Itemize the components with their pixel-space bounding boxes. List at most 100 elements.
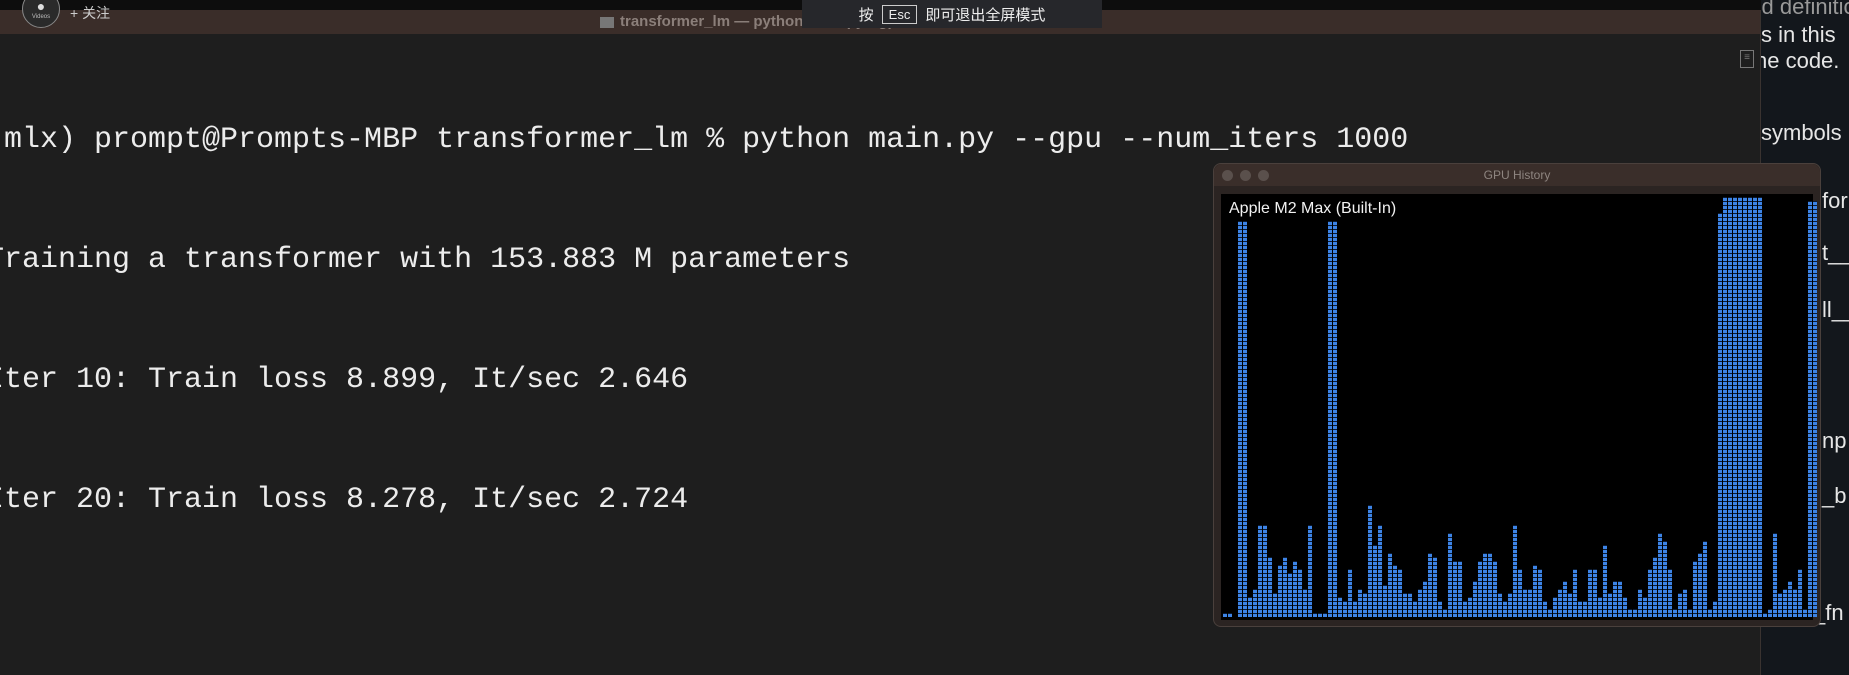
channel-overlay: ● Videos + 关注 [22, 0, 110, 28]
gpu-usage-bar [1493, 561, 1497, 617]
gpu-usage-bar [1263, 525, 1267, 617]
apple-icon: ● [36, 0, 46, 14]
gpu-usage-bar [1393, 565, 1397, 617]
side-text[interactable]: ll__ [1822, 297, 1849, 323]
gpu-usage-bar [1413, 601, 1417, 617]
gpu-usage-bar [1243, 221, 1247, 617]
gpu-usage-bar [1523, 589, 1527, 617]
gpu-usage-bar [1578, 601, 1582, 617]
gpu-usage-bar [1638, 589, 1642, 617]
gpu-usage-bar [1558, 589, 1562, 617]
esc-tip-suffix: 即可退出全屏模式 [925, 6, 1046, 24]
gpu-usage-bar [1698, 553, 1702, 617]
gpu-usage-bar [1543, 601, 1547, 617]
gpu-usage-bar [1738, 197, 1742, 617]
gpu-usage-bar [1438, 601, 1442, 617]
gpu-usage-bar [1343, 601, 1347, 617]
gpu-usage-bar [1323, 613, 1327, 617]
gpu-usage-bar [1538, 569, 1542, 617]
gpu-usage-bar [1258, 525, 1262, 617]
gpu-usage-bar [1463, 601, 1467, 617]
gpu-usage-bar [1553, 597, 1557, 617]
gpu-usage-bar [1758, 197, 1762, 617]
gpu-usage-bar [1253, 589, 1257, 617]
side-text[interactable]: _b [1822, 483, 1846, 509]
gpu-usage-bar [1813, 201, 1817, 617]
gpu-usage-bar [1313, 613, 1317, 617]
gpu-usage-bar [1328, 221, 1332, 617]
terminal-line: Iter 20: Train loss 8.278, It/sec 2.724 [0, 483, 689, 517]
terminal-line: (mlx) prompt@Prompts-MBP transformer_lm … [0, 123, 1409, 157]
side-text[interactable]: np [1822, 428, 1846, 454]
gpu-usage-bar [1573, 569, 1577, 617]
follow-button[interactable]: + 关注 [70, 3, 110, 23]
gpu-usage-bar [1353, 601, 1357, 617]
gpu-usage-bar [1533, 565, 1537, 617]
gpu-usage-bar [1788, 581, 1792, 617]
gpu-window-title: GPU History [1483, 168, 1551, 182]
side-text[interactable]: for [1822, 188, 1848, 214]
gpu-usage-bar [1728, 197, 1732, 617]
gpu-usage-bar [1628, 609, 1632, 617]
gpu-usage-bar [1408, 593, 1412, 617]
gpu-usage-bar [1743, 197, 1747, 617]
gpu-usage-bar [1613, 581, 1617, 617]
gpu-usage-bar [1718, 213, 1722, 617]
gpu-usage-bar [1563, 581, 1567, 617]
gpu-usage-bar [1483, 553, 1487, 617]
gpu-usage-bar [1358, 589, 1362, 617]
gpu-usage-bar [1303, 589, 1307, 617]
gpu-usage-bar [1283, 557, 1287, 617]
gpu-usage-bar [1618, 581, 1622, 617]
gpu-usage-bar [1368, 505, 1372, 617]
gpu-usage-bar [1508, 593, 1512, 617]
gpu-usage-bar [1688, 609, 1692, 617]
gpu-usage-bar [1378, 525, 1382, 617]
gpu-usage-bar [1633, 609, 1637, 617]
gpu-history-window: GPU History Apple M2 Max (Built-In) [1213, 163, 1821, 627]
terminal-line: Iter 10: Train loss 8.899, It/sec 2.646 [0, 363, 689, 397]
gpu-title-bar[interactable]: GPU History [1214, 164, 1820, 186]
gpu-usage-bar [1643, 597, 1647, 617]
gpu-usage-bar [1753, 197, 1757, 617]
gpu-usage-bar [1703, 541, 1707, 617]
gpu-usage-bar [1268, 557, 1272, 617]
gpu-usage-bar [1803, 609, 1807, 617]
gpu-usage-bar [1453, 561, 1457, 617]
gpu-usage-bar [1293, 561, 1297, 617]
gpu-usage-bar [1678, 593, 1682, 617]
side-text[interactable]: symbols [1761, 120, 1842, 146]
gpu-usage-bar [1598, 597, 1602, 617]
gpu-usage-bar [1763, 613, 1767, 617]
side-text: Find definitions and r [1761, 0, 1849, 19]
gpu-usage-bar [1723, 197, 1727, 617]
gpu-usage-bar [1713, 601, 1717, 617]
gpu-usage-bar [1608, 593, 1612, 617]
gpu-usage-bar [1568, 593, 1572, 617]
scroll-indicator-icon[interactable]: ≡ [1740, 50, 1754, 68]
gpu-usage-bar [1388, 553, 1392, 617]
folder-icon [600, 16, 614, 28]
gpu-usage-bar [1318, 613, 1322, 617]
gpu-usage-bar [1793, 589, 1797, 617]
gpu-usage-bar [1418, 589, 1422, 617]
apple-logo-avatar[interactable]: ● Videos [22, 0, 60, 28]
terminal-output[interactable]: (mlx) prompt@Prompts-MBP transformer_lm … [0, 40, 1408, 600]
gpu-usage-bar [1398, 569, 1402, 617]
gpu-usage-bar [1433, 557, 1437, 617]
gpu-usage-bar [1548, 609, 1552, 617]
gpu-usage-bar [1403, 593, 1407, 617]
gpu-usage-bar [1473, 581, 1477, 617]
gpu-usage-bar [1588, 569, 1592, 617]
gpu-usage-bar [1798, 569, 1802, 617]
gpu-usage-bar [1583, 601, 1587, 617]
gpu-usage-bar [1658, 533, 1662, 617]
side-text[interactable]: t__ [1822, 240, 1849, 266]
gpu-device-label: Apple M2 Max (Built-In) [1229, 200, 1397, 217]
gpu-usage-bar [1668, 569, 1672, 617]
terminal-line: Training a transformer with 153.883 M pa… [0, 243, 851, 277]
gpu-usage-bar [1428, 553, 1432, 617]
avatar-caption: Videos [31, 13, 51, 20]
gpu-usage-bar [1773, 533, 1777, 617]
gpu-usage-bar [1248, 597, 1252, 617]
